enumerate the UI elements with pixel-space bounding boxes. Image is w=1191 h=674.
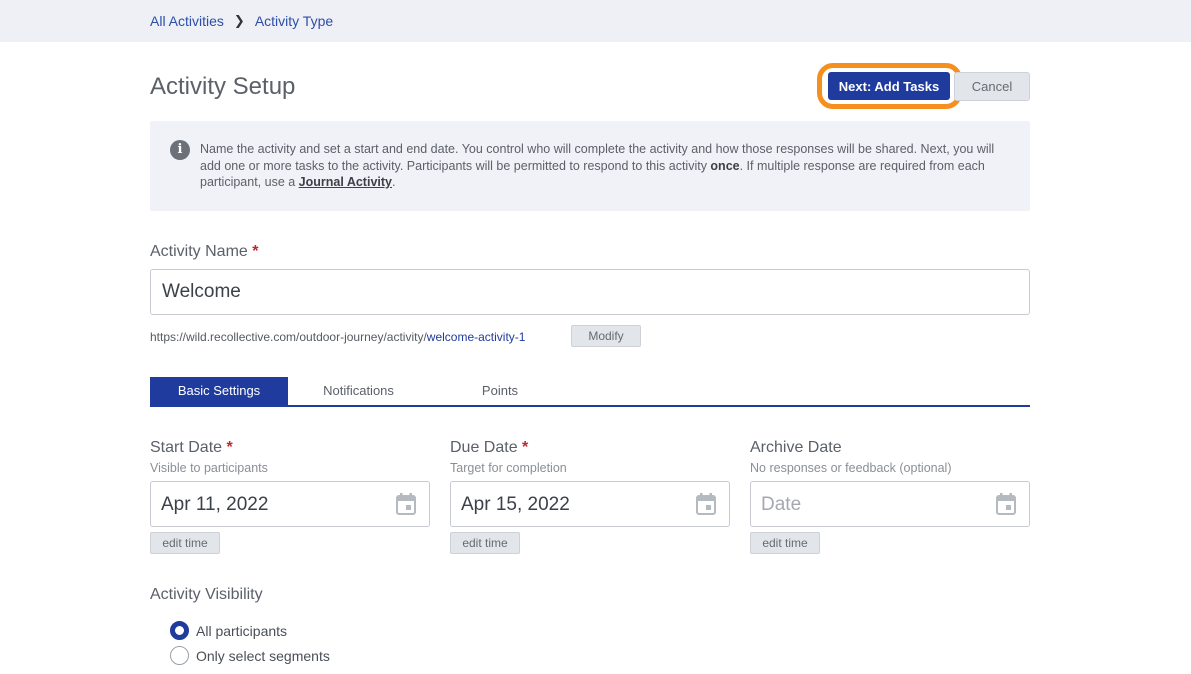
due-date-value: Apr 15, 2022 — [461, 494, 570, 515]
radio-all-participants-label: All participants — [196, 622, 288, 639]
due-date-subtitle: Target for completion — [450, 461, 567, 475]
start-date-input[interactable]: Apr 11, 2022 — [150, 481, 430, 527]
url-prefix: https://wild.recollective.com/outdoor-jo… — [150, 330, 427, 344]
archive-date-group: Archive Date No responses or feedback (o… — [750, 439, 1030, 554]
start-edit-time-button[interactable]: edit time — [150, 532, 220, 554]
due-date-group: Due Date * Target for completion Apr 15,… — [450, 439, 730, 554]
url-slug: welcome-activity-1 — [426, 330, 526, 344]
archive-date-input[interactable]: Date — [750, 481, 1030, 527]
required-marker: * — [522, 439, 529, 456]
activity-name-label-text: Activity Name — [150, 243, 248, 260]
calendar-icon[interactable] — [696, 493, 716, 515]
radio-all-participants[interactable]: All participants — [170, 621, 287, 640]
visibility-label: Activity Visibility — [150, 586, 263, 603]
page-title: Activity Setup — [150, 73, 296, 100]
activity-url: https://wild.recollective.com/outdoor-jo… — [150, 330, 525, 344]
breadcrumb-all-activities[interactable]: All Activities — [150, 13, 224, 29]
modify-url-button[interactable]: Modify — [571, 325, 641, 347]
next-add-tasks-button[interactable]: Next: Add Tasks — [828, 72, 950, 100]
due-date-title: Due Date — [450, 439, 518, 456]
start-date-value: Apr 11, 2022 — [161, 494, 269, 515]
due-date-label: Due Date * — [450, 439, 730, 457]
calendar-icon[interactable] — [396, 493, 416, 515]
calendar-icon[interactable] — [996, 493, 1016, 515]
start-date-group: Start Date * Visible to participants Apr… — [150, 439, 430, 554]
breadcrumb-activity-type[interactable]: Activity Type — [255, 13, 333, 29]
required-marker: * — [226, 439, 233, 456]
radio-select-segments[interactable]: Only select segments — [170, 646, 330, 665]
due-date-input[interactable]: Apr 15, 2022 — [450, 481, 730, 527]
radio-select-segments-label: Only select segments — [196, 647, 330, 664]
info-text-part3: . — [391, 175, 396, 189]
start-date-label: Start Date * — [150, 439, 430, 457]
info-icon: i — [170, 140, 190, 160]
tab-basic-settings[interactable]: Basic Settings — [150, 377, 288, 405]
info-emphasis: once — [710, 158, 740, 173]
due-edit-time-button[interactable]: edit time — [450, 532, 520, 554]
required-marker: * — [252, 243, 259, 260]
archive-date-title: Archive Date — [750, 439, 842, 456]
journal-activity-link[interactable]: Journal Activity — [299, 175, 392, 189]
chevron-right-icon: ❯ — [233, 13, 245, 28]
info-box: i Name the activity and set a start and … — [150, 121, 1030, 211]
breadcrumb: All Activities ❯ Activity Type — [150, 13, 333, 29]
activity-name-input[interactable] — [150, 269, 1030, 315]
start-date-title: Start Date — [150, 439, 223, 456]
archive-date-placeholder: Date — [761, 494, 802, 515]
cancel-button[interactable]: Cancel — [954, 72, 1030, 101]
archive-edit-time-button[interactable]: edit time — [750, 532, 820, 554]
start-date-subtitle: Visible to participants — [150, 461, 268, 475]
top-bar: All Activities ❯ Activity Type — [0, 0, 1191, 42]
tab-points[interactable]: Points — [450, 377, 550, 405]
radio-selected-icon[interactable] — [170, 621, 189, 640]
settings-tabs: Basic Settings Notifications Points — [150, 377, 1030, 407]
info-text: Name the activity and set a start and en… — [200, 141, 1015, 191]
tab-notifications[interactable]: Notifications — [300, 377, 417, 405]
activity-name-label: Activity Name * — [150, 243, 258, 261]
archive-date-subtitle: No responses or feedback (optional) — [750, 461, 952, 475]
radio-unselected-icon[interactable] — [170, 646, 189, 665]
